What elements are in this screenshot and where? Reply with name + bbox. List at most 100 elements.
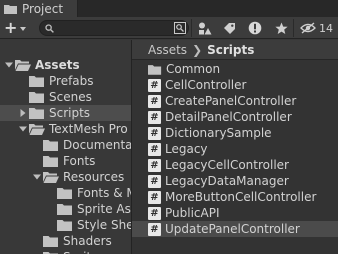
file-label: Common	[166, 62, 221, 76]
csharp-script-icon: #	[148, 206, 161, 220]
eye-hidden-icon	[300, 22, 316, 34]
search-type-icon	[174, 22, 186, 34]
tree-item-label: Scenes	[49, 90, 92, 104]
folder-icon	[148, 64, 162, 75]
breadcrumb-assets[interactable]: Assets	[148, 43, 187, 57]
tree-item-label: Fonts & Materials	[77, 186, 131, 200]
search-field[interactable]	[39, 20, 189, 36]
tree-item-label: Resources	[63, 170, 125, 184]
tree-item-assets[interactable]: Assets	[0, 57, 131, 73]
csharp-script-icon: #	[148, 126, 161, 140]
script-item[interactable]: # CreatePanelController	[132, 93, 338, 109]
file-label: CellController	[165, 78, 247, 92]
tree-item-documentation[interactable]: Documentation	[0, 137, 131, 153]
tree-item-label: Fonts	[63, 154, 96, 168]
expand-arrow-down-icon[interactable]	[18, 124, 28, 134]
folder-icon	[29, 108, 44, 119]
tree-item-fonts-materials[interactable]: Fonts & Materials	[0, 185, 131, 201]
csharp-script-icon: #	[148, 174, 161, 188]
csharp-script-icon: #	[148, 158, 161, 172]
hidden-packages-toggle[interactable]: 14	[300, 20, 333, 36]
star-icon	[274, 22, 288, 34]
folder-icon	[43, 156, 58, 167]
tree-item-shaders[interactable]: Shaders	[0, 233, 131, 249]
script-item[interactable]: # UpdatePanelController	[132, 221, 338, 237]
expand-arrow-down-icon[interactable]	[32, 172, 42, 182]
script-item[interactable]: # MoreButtonCellController	[132, 189, 338, 205]
folder-icon	[43, 140, 58, 151]
folder-icon	[43, 236, 58, 247]
folder-open-icon	[43, 172, 59, 183]
log-types-button[interactable]	[246, 20, 264, 36]
tree-item-label: Style Sheets	[77, 218, 131, 232]
folder-icon	[57, 220, 72, 231]
folder-contents: Assets ❯ Scripts Common # CellController # C…	[132, 40, 338, 254]
breadcrumb-scripts[interactable]: Scripts	[207, 43, 254, 57]
folder-open-icon	[15, 60, 31, 71]
tree-item-style-sheets[interactable]: Style Sheets	[0, 217, 131, 233]
shapes-icon	[199, 22, 212, 34]
tree-item-prefabs[interactable]: Prefabs	[0, 73, 131, 89]
tree-item-label: Shaders	[63, 234, 112, 248]
folder-item[interactable]: Common	[132, 61, 338, 77]
plus-icon: +	[4, 18, 18, 37]
script-item[interactable]: # LegacyDataManager	[132, 173, 338, 189]
create-button[interactable]: +	[4, 19, 32, 37]
csharp-script-icon: #	[148, 142, 161, 156]
file-label: MoreButtonCellController	[165, 190, 317, 204]
warning-circle-icon	[248, 21, 262, 35]
breadcrumb: Assets ❯ Scripts	[132, 40, 338, 60]
file-label: LegacyDataManager	[165, 174, 289, 188]
script-item[interactable]: # Legacy	[132, 141, 338, 157]
search-by-type-button[interactable]	[171, 20, 189, 36]
hidden-count-label: 14	[319, 21, 333, 35]
folder-icon	[4, 4, 17, 14]
file-label: CreatePanelController	[165, 94, 297, 108]
tree-item-textmesh-pro[interactable]: TextMesh Pro	[0, 121, 131, 137]
tree-item-label: Prefabs	[49, 74, 94, 88]
file-label: PublicAPI	[165, 206, 220, 220]
filter-by-label-button[interactable]	[220, 20, 238, 36]
search-input[interactable]	[57, 21, 167, 35]
tree-item-label: Scripts	[49, 106, 91, 120]
window-tab-bar: Project	[0, 0, 338, 17]
project-tab-label: Project	[22, 1, 64, 16]
expand-arrow-right-icon[interactable]	[18, 108, 28, 118]
expand-arrow-down-icon[interactable]	[4, 60, 14, 70]
script-item[interactable]: # CellController	[132, 77, 338, 93]
favorites-button[interactable]	[272, 20, 290, 36]
csharp-script-icon: #	[148, 190, 161, 204]
filter-by-type-button[interactable]	[196, 20, 214, 36]
tree-item-sprite-assets[interactable]: Sprite Assets	[0, 201, 131, 217]
script-item[interactable]: # DictionarySample	[132, 125, 338, 141]
file-label: Legacy	[165, 142, 208, 156]
script-item[interactable]: # DetailPanelController	[132, 109, 338, 125]
folder-icon	[29, 76, 44, 87]
script-item[interactable]: # PublicAPI	[132, 205, 338, 221]
csharp-script-icon: #	[148, 78, 161, 92]
toolbar-separator	[293, 19, 294, 37]
csharp-script-icon: #	[148, 110, 161, 124]
tree-item-sprites[interactable]: Sprites	[0, 249, 131, 254]
tree-item-label: TextMesh Pro	[49, 122, 128, 136]
project-tab[interactable]: Project	[0, 0, 78, 17]
tree-item-fonts[interactable]: Fonts	[0, 153, 131, 169]
script-item[interactable]: # LegacyCellController	[132, 157, 338, 173]
tree-item-resources[interactable]: Resources	[0, 169, 131, 185]
file-label: LegacyCellController	[165, 158, 289, 172]
toolbar-separator	[191, 19, 192, 37]
project-toolbar: + 14	[0, 17, 338, 39]
tree-item-scripts[interactable]: Scripts	[0, 105, 131, 121]
folder-tree[interactable]: Assets Prefabs Scenes Scripts TextMesh Pro Do…	[0, 40, 131, 254]
tree-item-label: Sprites	[63, 250, 105, 254]
tree-item-label: Sprite Assets	[77, 202, 131, 216]
tree-item-scenes[interactable]: Scenes	[0, 89, 131, 105]
file-label: UpdatePanelController	[165, 222, 300, 236]
